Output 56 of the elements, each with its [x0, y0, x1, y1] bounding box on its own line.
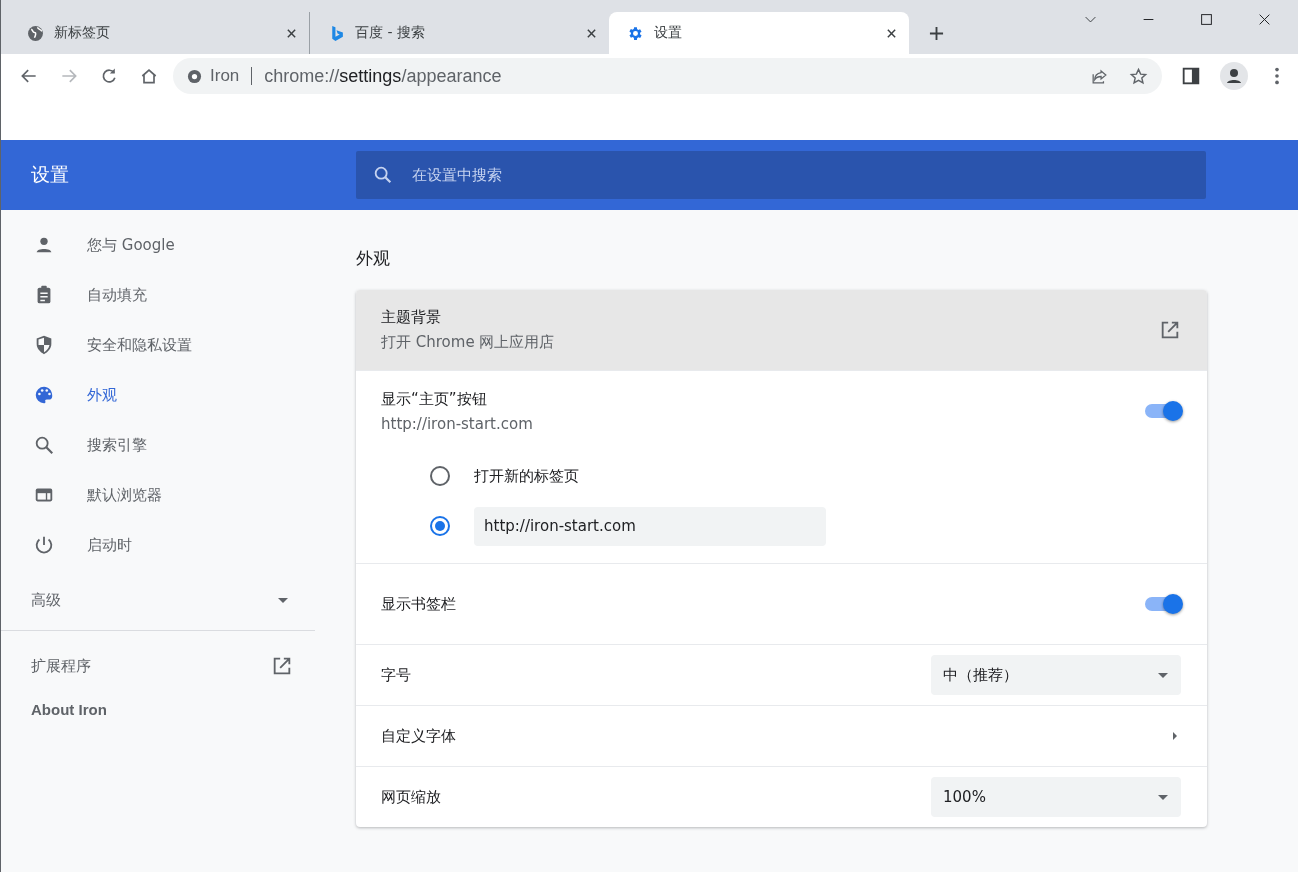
section-title: 外观 [356, 247, 391, 270]
row-title: 主题背景 [381, 308, 442, 327]
submenu-row[interactable]: 自定义字体 [356, 705, 1207, 766]
sidebar-item[interactable]: 安全和隐私设置 [1, 320, 315, 370]
browser-tab[interactable]: 新标签页 [9, 12, 309, 54]
row-title: 字号 [381, 665, 411, 685]
radio-button[interactable] [430, 516, 450, 536]
star-icon[interactable] [1129, 66, 1148, 86]
browser-tab[interactable]: 设置 [609, 12, 909, 54]
new-tab-icon[interactable] [929, 26, 944, 41]
external-link-icon [1159, 319, 1181, 341]
row-subtitle: http://iron-start.com [381, 414, 533, 433]
address-bar[interactable]: Iron chrome://settings/appearance [173, 58, 1162, 94]
search-icon [33, 434, 55, 456]
toggle-switch[interactable] [1145, 404, 1181, 418]
side-panel-icon[interactable] [1180, 65, 1202, 87]
row-title: 显示“主页”按钮 [381, 389, 488, 409]
palette-icon [33, 384, 55, 406]
dropdown-select[interactable]: 100% [931, 777, 1181, 817]
row-title: 自定义字体 [381, 726, 456, 746]
row-subtitle: 打开 Chrome 网上应用店 [381, 333, 555, 352]
extensions-link[interactable]: 扩展程序 [1, 631, 315, 701]
home-url-field[interactable]: http://iron-start.com [474, 506, 826, 546]
external-link-icon [271, 655, 293, 677]
sidebar-item[interactable]: 启动时 [1, 520, 315, 570]
tab-title: 百度 - 搜索 [355, 24, 426, 42]
settings-search-field[interactable]: 在设置中搜索 [356, 151, 1206, 199]
close-icon[interactable] [886, 27, 897, 39]
toggle-switch[interactable] [1145, 597, 1181, 611]
advanced-section-toggle[interactable]: 高级 [1, 570, 315, 630]
sidebar-item[interactable]: 您与 Google [1, 220, 315, 270]
sidebar-item[interactable]: 默认浏览器 [1, 470, 315, 520]
sidebar-item[interactable]: 自动填充 [1, 270, 315, 320]
about-link[interactable]: About Iron [1, 701, 315, 718]
settings-title: 设置 [30, 162, 70, 187]
site-info-icon [187, 68, 202, 84]
close-icon[interactable] [286, 27, 297, 39]
row-title: 网页缩放 [381, 787, 441, 807]
profile-avatar-icon[interactable] [1220, 62, 1248, 90]
sidebar-item[interactable]: 外观 [1, 370, 315, 420]
tab-title: 设置 [654, 24, 683, 42]
radio-label: 打开新的标签页 [474, 466, 579, 486]
globe-icon [27, 24, 44, 42]
row-title: 显示书签栏 [381, 594, 456, 614]
power-icon [33, 534, 55, 556]
dropdown-select[interactable]: 中（推荐） [931, 655, 1181, 695]
url-text: chrome://settings/appearance [264, 65, 503, 87]
close-icon[interactable] [586, 27, 597, 39]
tab-title: 新标签页 [54, 24, 111, 42]
gear-icon [627, 24, 644, 42]
site-name: Iron [210, 66, 240, 86]
radio-button[interactable] [430, 466, 450, 486]
home-icon[interactable] [139, 66, 159, 86]
search-icon [372, 164, 394, 186]
sidebar-item[interactable]: 搜索引擎 [1, 420, 315, 470]
theme-row[interactable]: 主题背景 打开 Chrome 网上应用店 [356, 290, 1207, 370]
